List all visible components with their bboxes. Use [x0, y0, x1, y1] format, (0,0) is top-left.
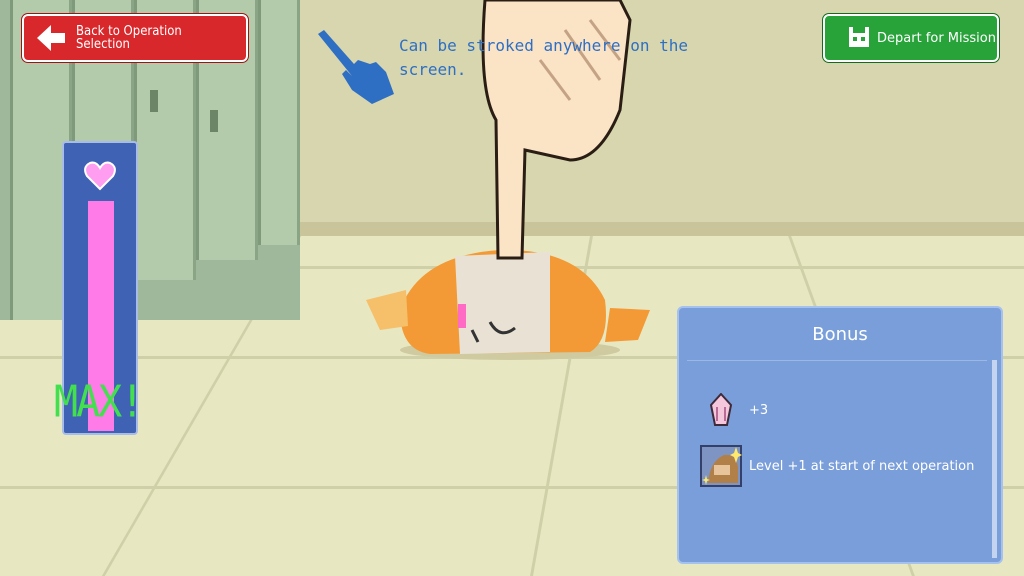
locker-door: [258, 0, 300, 245]
stroke-hint-text: Can be stroked anywhere on the screen.: [399, 34, 699, 82]
locker-handle: [150, 90, 158, 112]
pointing-hand-icon: [318, 30, 394, 104]
bonus-panel: Bonus +3 Level +1 at start of next opera…: [677, 306, 1003, 564]
portrait-icon: [700, 445, 742, 487]
bonus-scrollbar[interactable]: [992, 360, 997, 558]
hint-line1: Can be stroked anywhere on the: [399, 36, 688, 55]
back-label-line2: Selection: [76, 37, 130, 52]
back-arrow-icon: [37, 25, 65, 51]
bonus-title: Bonus: [812, 324, 868, 345]
heart-icon: [84, 161, 116, 191]
hint-line2: screen.: [399, 60, 467, 79]
bonus-item-gem: +3: [699, 388, 768, 432]
depart-button-label: Depart for Mission: [877, 30, 996, 46]
bonus-item-text: +3: [749, 402, 769, 418]
back-to-operation-button[interactable]: Back to Operation Selection: [22, 14, 248, 62]
bonus-divider: [687, 360, 987, 361]
back-button-label: Back to Operation Selection: [76, 25, 182, 51]
locker-handle: [210, 110, 218, 132]
gauge-max-label: MAX!: [54, 376, 144, 428]
game-scene[interactable]: Back to Operation Selection Depart for M…: [0, 0, 1024, 576]
robot-icon: [849, 27, 869, 47]
gem-icon: [709, 393, 733, 426]
bonus-item-level: Level +1 at start of next operation: [699, 444, 974, 488]
depart-for-mission-button[interactable]: Depart for Mission: [823, 14, 999, 62]
bonus-item-text: Level +1 at start of next operation: [749, 458, 975, 474]
